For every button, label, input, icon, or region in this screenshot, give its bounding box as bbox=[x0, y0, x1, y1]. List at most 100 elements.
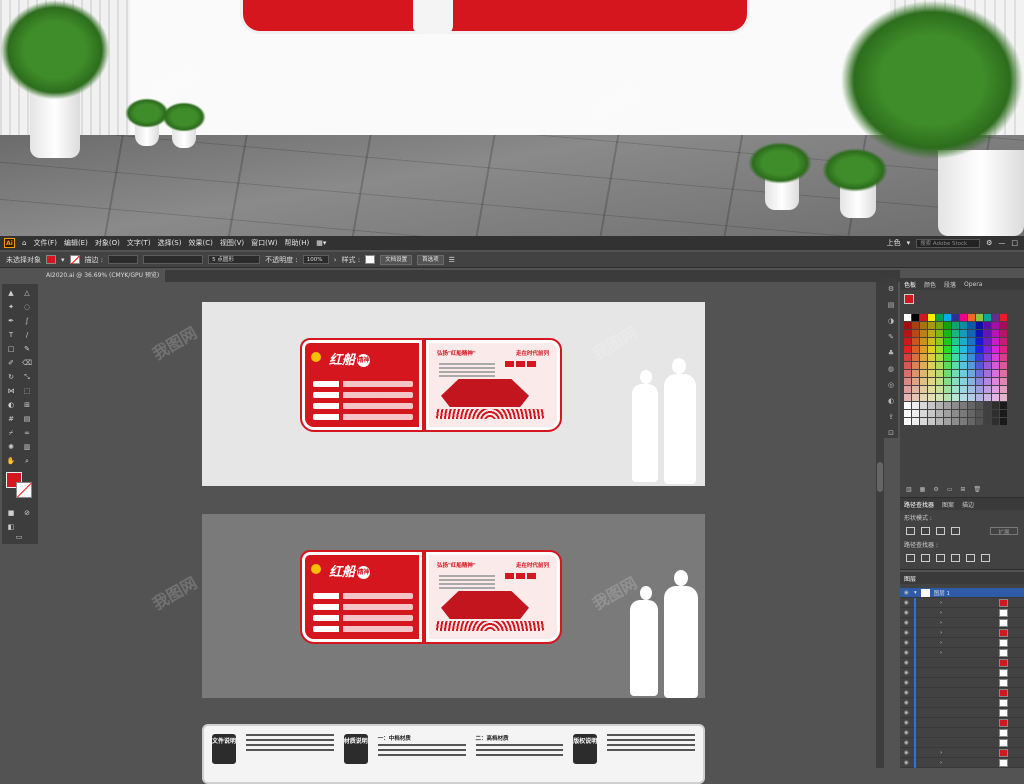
crop-icon[interactable] bbox=[951, 554, 960, 562]
color-swatch[interactable] bbox=[944, 314, 951, 321]
color-swatch[interactable] bbox=[976, 410, 983, 417]
color-swatch[interactable] bbox=[928, 410, 935, 417]
new-swatch-icon[interactable]: ⊞ bbox=[960, 486, 965, 493]
color-swatch[interactable] bbox=[912, 354, 919, 361]
color-swatch[interactable] bbox=[904, 354, 911, 361]
color-swatch[interactable] bbox=[944, 354, 951, 361]
graphic-styles-icon[interactable]: ◍ bbox=[886, 364, 896, 374]
color-swatch[interactable] bbox=[992, 346, 999, 353]
color-swatch[interactable] bbox=[936, 354, 943, 361]
color-swatch[interactable] bbox=[904, 314, 911, 321]
sublayer-row[interactable]: ◉ bbox=[900, 737, 1024, 748]
transparency-icon[interactable]: ◐ bbox=[886, 396, 896, 406]
color-swatch[interactable] bbox=[944, 418, 951, 425]
color-swatch[interactable] bbox=[928, 418, 935, 425]
new-group-icon[interactable]: ▭ bbox=[947, 486, 953, 493]
color-swatch[interactable] bbox=[1000, 402, 1007, 409]
properties-icon[interactable]: ⚙ bbox=[886, 284, 896, 294]
color-swatch[interactable] bbox=[1000, 346, 1007, 353]
scale-tool-icon[interactable]: ⤡ bbox=[22, 372, 32, 382]
color-swatch[interactable] bbox=[968, 314, 975, 321]
minus-back-icon[interactable] bbox=[981, 554, 990, 562]
color-swatch[interactable] bbox=[904, 362, 911, 369]
swatch-library-icon[interactable]: ▥ bbox=[906, 486, 912, 493]
selection-tool-icon[interactable]: ▲ bbox=[6, 288, 16, 298]
color-swatch[interactable] bbox=[952, 386, 959, 393]
color-swatch[interactable] bbox=[904, 394, 911, 401]
color-swatch[interactable] bbox=[904, 386, 911, 393]
screen-mode-icon[interactable]: ▭ bbox=[14, 532, 24, 542]
color-swatch[interactable] bbox=[968, 386, 975, 393]
color-swatch[interactable] bbox=[952, 314, 959, 321]
tab-stroke[interactable]: 描边 bbox=[962, 500, 974, 509]
rectangle-tool-icon[interactable]: □ bbox=[6, 344, 16, 354]
menu-type[interactable]: 文字(T) bbox=[127, 238, 151, 248]
zoom-tool-icon[interactable]: ⌕ bbox=[22, 456, 32, 466]
color-swatch[interactable] bbox=[920, 394, 927, 401]
tab-pattern[interactable]: 图案 bbox=[942, 500, 954, 509]
eye-icon[interactable]: ◉ bbox=[904, 670, 910, 676]
color-swatch[interactable] bbox=[920, 402, 927, 409]
color-swatch[interactable] bbox=[984, 386, 991, 393]
color-swatch[interactable] bbox=[904, 402, 911, 409]
workspace-label[interactable]: 上色 bbox=[887, 238, 901, 248]
eye-icon[interactable]: ◉ bbox=[904, 700, 910, 706]
blend-tool-icon[interactable]: ∞ bbox=[22, 428, 32, 438]
eye-icon[interactable]: ◉ bbox=[904, 650, 910, 656]
maximize-icon[interactable]: □ bbox=[1011, 239, 1018, 247]
color-swatch[interactable] bbox=[936, 402, 943, 409]
color-swatch[interactable] bbox=[904, 346, 911, 353]
disclosure-icon[interactable]: › bbox=[940, 650, 942, 656]
document-setup-button[interactable]: 文档设置 bbox=[380, 254, 413, 265]
color-swatch[interactable] bbox=[952, 322, 959, 329]
color-swatch[interactable] bbox=[936, 386, 943, 393]
eye-icon[interactable]: ◉ bbox=[904, 740, 910, 746]
trim-icon[interactable] bbox=[921, 554, 930, 562]
minimize-icon[interactable]: — bbox=[998, 239, 1005, 247]
eye-icon[interactable]: ◉ bbox=[904, 710, 910, 716]
none-mode-icon[interactable]: ⊘ bbox=[22, 508, 32, 518]
color-swatch[interactable] bbox=[968, 394, 975, 401]
color-swatch[interactable] bbox=[984, 354, 991, 361]
eye-icon[interactable]: ◉ bbox=[904, 720, 910, 726]
culture-wall-design-alt[interactable]: 红船 精神 弘扬"红船精神" 走在时代前列 bbox=[300, 550, 562, 648]
pen-tool-icon[interactable]: ✒ bbox=[6, 316, 16, 326]
eye-icon[interactable]: ◉ bbox=[904, 660, 910, 666]
unite-icon[interactable] bbox=[906, 527, 915, 535]
color-swatch[interactable] bbox=[960, 402, 967, 409]
color-swatch[interactable] bbox=[904, 410, 911, 417]
width-tool-icon[interactable]: ⋈ bbox=[6, 386, 16, 396]
tab-opentype[interactable]: Opera bbox=[964, 281, 982, 288]
menu-effect[interactable]: 效果(C) bbox=[188, 238, 212, 248]
color-swatch[interactable] bbox=[976, 370, 983, 377]
curvature-tool-icon[interactable]: ∫ bbox=[22, 316, 32, 326]
stroke-swatch[interactable] bbox=[69, 255, 80, 264]
color-swatch[interactable] bbox=[904, 370, 911, 377]
sublayer-row[interactable]: ◉ › bbox=[900, 617, 1024, 628]
fill-stroke-widget[interactable] bbox=[6, 472, 34, 502]
disclosure-icon[interactable]: › bbox=[940, 640, 942, 646]
color-swatch[interactable] bbox=[976, 346, 983, 353]
eye-icon[interactable]: ◉ bbox=[904, 610, 910, 616]
asset-export-icon[interactable]: ⇪ bbox=[886, 412, 896, 422]
color-swatch[interactable] bbox=[952, 362, 959, 369]
menu-file[interactable]: 文件(F) bbox=[33, 238, 57, 248]
color-swatch[interactable] bbox=[912, 410, 919, 417]
direct-selection-tool-icon[interactable]: △ bbox=[22, 288, 32, 298]
color-swatch[interactable] bbox=[1000, 386, 1007, 393]
color-swatch[interactable] bbox=[952, 378, 959, 385]
color-swatch[interactable] bbox=[992, 378, 999, 385]
draw-mode-icon[interactable]: ◧ bbox=[6, 522, 16, 532]
color-swatch[interactable] bbox=[968, 370, 975, 377]
culture-wall-design[interactable]: 红船 精神 弘扬"红船精神" 走在时代前列 bbox=[300, 338, 562, 436]
color-swatch[interactable] bbox=[928, 322, 935, 329]
color-swatch[interactable] bbox=[952, 394, 959, 401]
color-swatch[interactable] bbox=[912, 370, 919, 377]
color-swatch[interactable] bbox=[1000, 418, 1007, 425]
fill-swatch[interactable] bbox=[46, 255, 56, 264]
color-swatch[interactable] bbox=[928, 338, 935, 345]
color-swatch[interactable] bbox=[1000, 410, 1007, 417]
color-swatch[interactable] bbox=[912, 322, 919, 329]
color-swatch[interactable] bbox=[936, 410, 943, 417]
disclosure-icon[interactable]: › bbox=[940, 620, 942, 626]
